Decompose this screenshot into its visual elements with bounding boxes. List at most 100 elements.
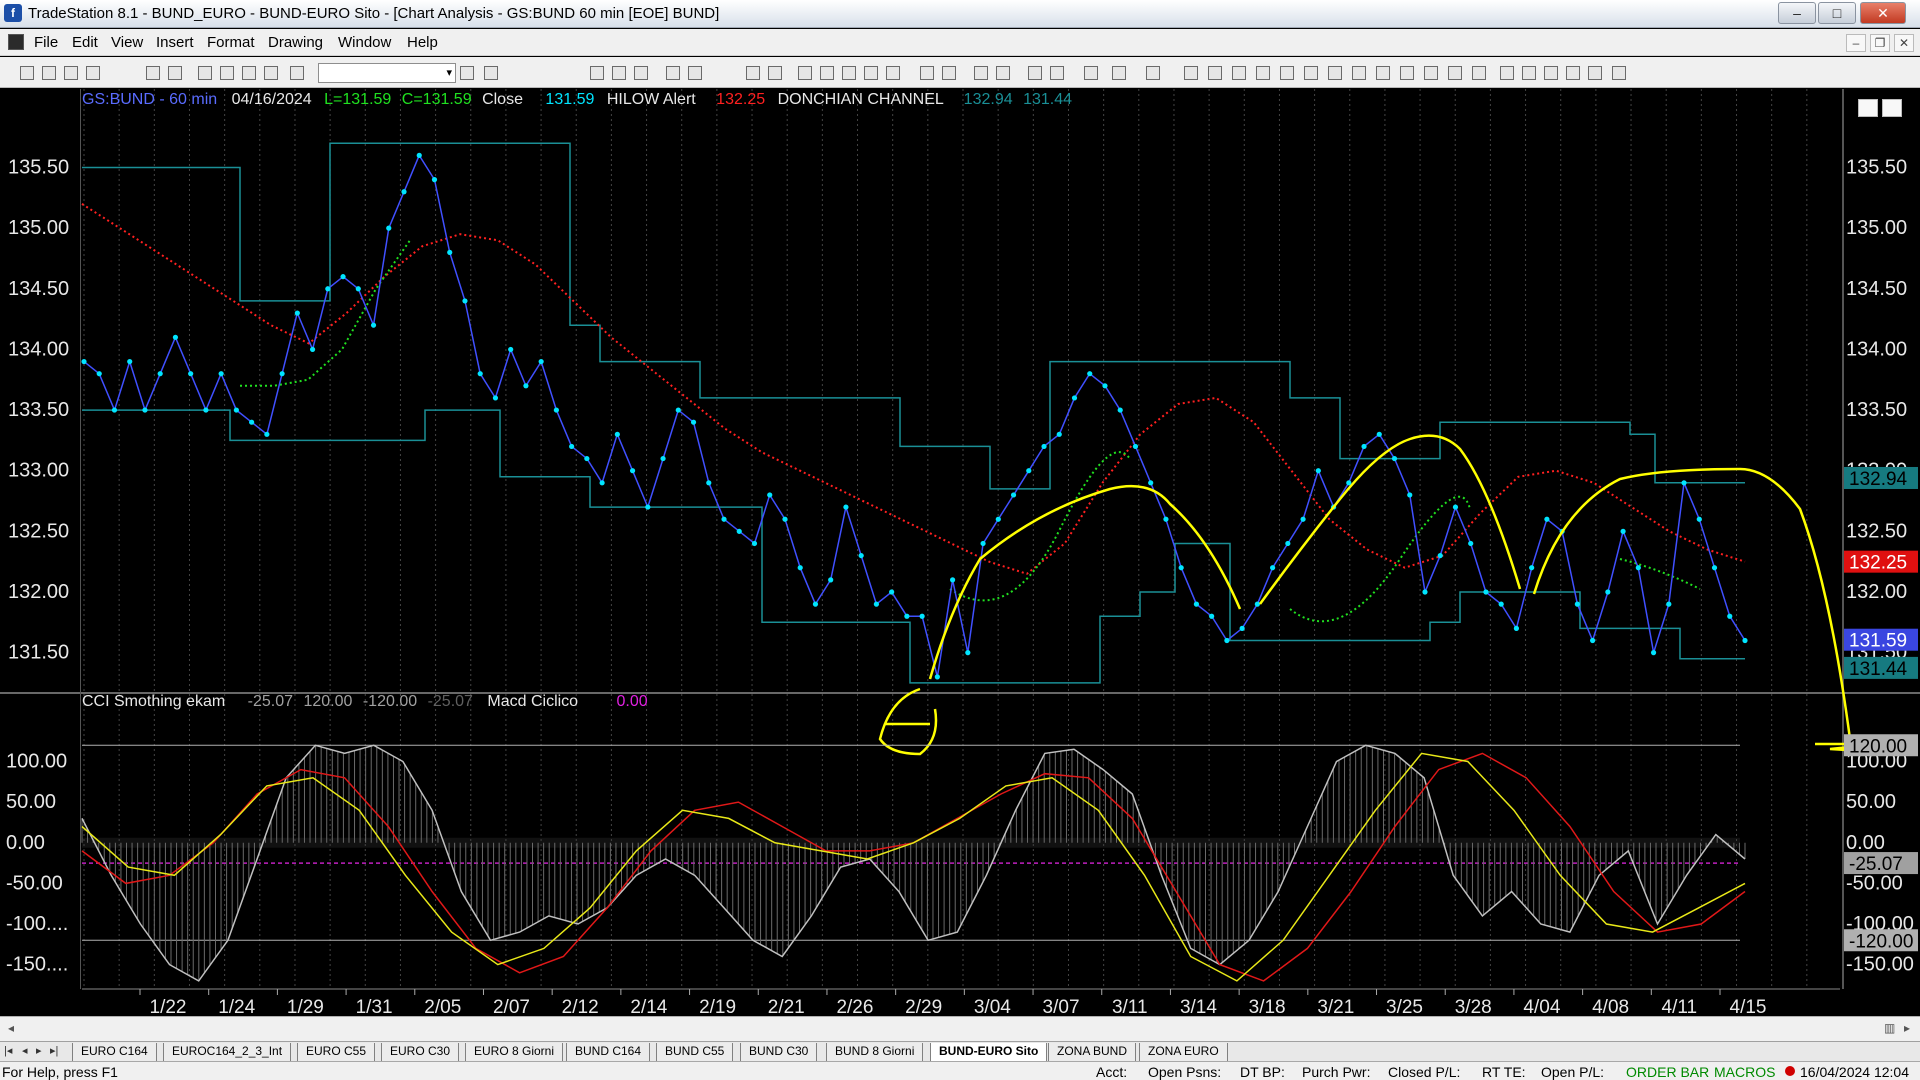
pencil-icon[interactable] bbox=[1184, 66, 1198, 80]
tab-bund-c55[interactable]: BUND C55 bbox=[656, 1043, 734, 1061]
symbol-dropdown[interactable]: ▾ bbox=[318, 63, 456, 83]
link2-icon[interactable] bbox=[220, 66, 234, 80]
horizontal-lines-icon[interactable] bbox=[1232, 66, 1246, 80]
price-point bbox=[1010, 492, 1017, 498]
scroll-right-icon[interactable]: ▸ bbox=[1904, 1021, 1910, 1035]
print-preview-icon[interactable] bbox=[168, 66, 182, 80]
scroll-thumb-icon[interactable]: ▥ bbox=[1884, 1021, 1895, 1035]
chart-type-icon[interactable] bbox=[666, 66, 680, 80]
options-icon[interactable] bbox=[886, 66, 900, 80]
tab-zona-euro[interactable]: ZONA EURO bbox=[1139, 1043, 1228, 1061]
play-icon[interactable] bbox=[460, 66, 474, 80]
tab-last-icon[interactable]: ▸| bbox=[50, 1044, 58, 1057]
tab-euro-c164[interactable]: EURO C164 bbox=[72, 1043, 157, 1061]
tab-bund-euro-sito[interactable]: BUND-EURO Sito bbox=[930, 1043, 1048, 1061]
trendline-icon[interactable] bbox=[1112, 66, 1126, 80]
arrow-down-icon[interactable] bbox=[1522, 66, 1536, 80]
order-bar-button[interactable]: ORDER BAR bbox=[1626, 1064, 1709, 1080]
link-icon[interactable] bbox=[198, 66, 212, 80]
save-icon[interactable] bbox=[64, 66, 78, 80]
open-icon[interactable] bbox=[42, 66, 56, 80]
ellipse-icon[interactable] bbox=[1566, 66, 1580, 80]
fib-icon[interactable] bbox=[1146, 66, 1160, 80]
workspace-icon[interactable] bbox=[86, 66, 100, 80]
radar-icon[interactable] bbox=[798, 66, 812, 80]
tab-euro-c30[interactable]: EURO C30 bbox=[381, 1043, 460, 1061]
price-point bbox=[934, 674, 940, 680]
bar-width-icon[interactable] bbox=[942, 66, 956, 80]
channel-icon[interactable] bbox=[1256, 66, 1270, 80]
tab-prev-icon[interactable]: ◂ bbox=[22, 1044, 28, 1057]
tab-euro-8-giorni[interactable]: EURO 8 Giorni bbox=[465, 1043, 564, 1061]
menu-file[interactable]: File bbox=[34, 34, 58, 51]
pointer-icon[interactable] bbox=[1028, 66, 1042, 80]
arrow-horizontal-icon[interactable] bbox=[1376, 66, 1390, 80]
chart-restore-button[interactable] bbox=[1882, 99, 1902, 117]
window-icon[interactable] bbox=[746, 66, 760, 80]
format-icon[interactable] bbox=[590, 66, 604, 80]
tools-icon[interactable] bbox=[1084, 66, 1098, 80]
refresh-icon[interactable] bbox=[688, 66, 702, 80]
tab-bund-8-giorni[interactable]: BUND 8 Giorni bbox=[826, 1043, 924, 1061]
horizontal-scrollbar[interactable]: ◂ ▥ ▸ bbox=[0, 1016, 1920, 1041]
freehand-icon[interactable] bbox=[1472, 66, 1486, 80]
parallel-icon[interactable] bbox=[1400, 66, 1414, 80]
binoculars-icon[interactable] bbox=[484, 66, 498, 80]
curve-icon[interactable] bbox=[1500, 66, 1514, 80]
zoom-out-icon[interactable] bbox=[996, 66, 1010, 80]
lock-icon[interactable] bbox=[242, 66, 256, 80]
chart-analysis-window[interactable]: 135.50 135.00 134.50 134.00 133.50 133.00 132.… bbox=[0, 89, 1920, 1015]
chart-canvas[interactable]: 135.50 135.00 134.50 134.00 133.50 133.00 132.… bbox=[0, 89, 1920, 1015]
table-icon[interactable] bbox=[634, 66, 648, 80]
new-icon[interactable] bbox=[20, 66, 34, 80]
andrews-icon[interactable] bbox=[1424, 66, 1438, 80]
tab-euro-c55[interactable]: EURO C55 bbox=[297, 1043, 376, 1061]
scroll-left-icon[interactable]: ◂ bbox=[8, 1021, 14, 1035]
chart-icon[interactable] bbox=[842, 66, 856, 80]
macro-icon[interactable] bbox=[264, 66, 278, 80]
tab-first-icon[interactable]: |◂ bbox=[4, 1044, 12, 1057]
gann-icon[interactable] bbox=[1352, 66, 1366, 80]
chevron-down-icon[interactable]: ▾ bbox=[446, 66, 452, 79]
globe-icon[interactable] bbox=[290, 66, 304, 80]
menu-format[interactable]: Format bbox=[207, 34, 255, 51]
menu-help[interactable]: Help bbox=[407, 34, 438, 51]
mdi-restore-button[interactable]: ❐ bbox=[1870, 34, 1890, 52]
cci-lower: -120.00 bbox=[362, 693, 418, 710]
grid-icon[interactable] bbox=[612, 66, 626, 80]
minimize-button[interactable]: – bbox=[1778, 2, 1816, 24]
bar-spacing-icon[interactable] bbox=[920, 66, 934, 80]
scanner-icon[interactable] bbox=[864, 66, 878, 80]
menu-window[interactable]: Window bbox=[338, 34, 391, 51]
vertical-lines-icon[interactable] bbox=[1208, 66, 1222, 80]
window2-icon[interactable] bbox=[768, 66, 782, 80]
speed-line-icon[interactable] bbox=[1304, 66, 1318, 80]
draw-icon[interactable] bbox=[1050, 66, 1064, 80]
arrow-up-icon[interactable] bbox=[1544, 66, 1558, 80]
menu-insert[interactable]: Insert bbox=[156, 34, 194, 51]
tab-zona-bund[interactable]: ZONA BUND bbox=[1048, 1043, 1137, 1061]
menu-drawing[interactable]: Drawing bbox=[268, 34, 323, 51]
chart-window-icon[interactable] bbox=[8, 34, 24, 50]
menu-view[interactable]: View bbox=[111, 34, 143, 51]
tab-bund-c30[interactable]: BUND C30 bbox=[740, 1043, 818, 1061]
rectangle-icon[interactable] bbox=[1588, 66, 1602, 80]
print-icon[interactable] bbox=[146, 66, 160, 80]
tab-bund-c164[interactable]: BUND C164 bbox=[566, 1043, 651, 1061]
menu-edit[interactable]: Edit bbox=[72, 34, 98, 51]
cycle-icon[interactable] bbox=[1448, 66, 1462, 80]
arc-icon[interactable] bbox=[1280, 66, 1294, 80]
maximize-button[interactable]: □ bbox=[1818, 2, 1856, 24]
tab-euroc164-2-3-int[interactable]: EUROC164_2_3_Int bbox=[163, 1043, 292, 1061]
mdi-close-button[interactable]: ✕ bbox=[1894, 34, 1914, 52]
zoom-in-icon[interactable] bbox=[974, 66, 988, 80]
close-button[interactable]: ✕ bbox=[1860, 2, 1906, 24]
text-icon[interactable] bbox=[1612, 66, 1626, 80]
chart-minimize-button[interactable] bbox=[1858, 99, 1878, 117]
fib-time-icon[interactable] bbox=[1328, 66, 1342, 80]
tab-next-icon[interactable]: ▸ bbox=[36, 1044, 42, 1057]
price-point bbox=[508, 346, 514, 353]
mdi-minimize-button[interactable]: – bbox=[1846, 34, 1866, 52]
macros-button[interactable]: MACROS bbox=[1714, 1064, 1775, 1080]
matrix-icon[interactable] bbox=[820, 66, 834, 80]
